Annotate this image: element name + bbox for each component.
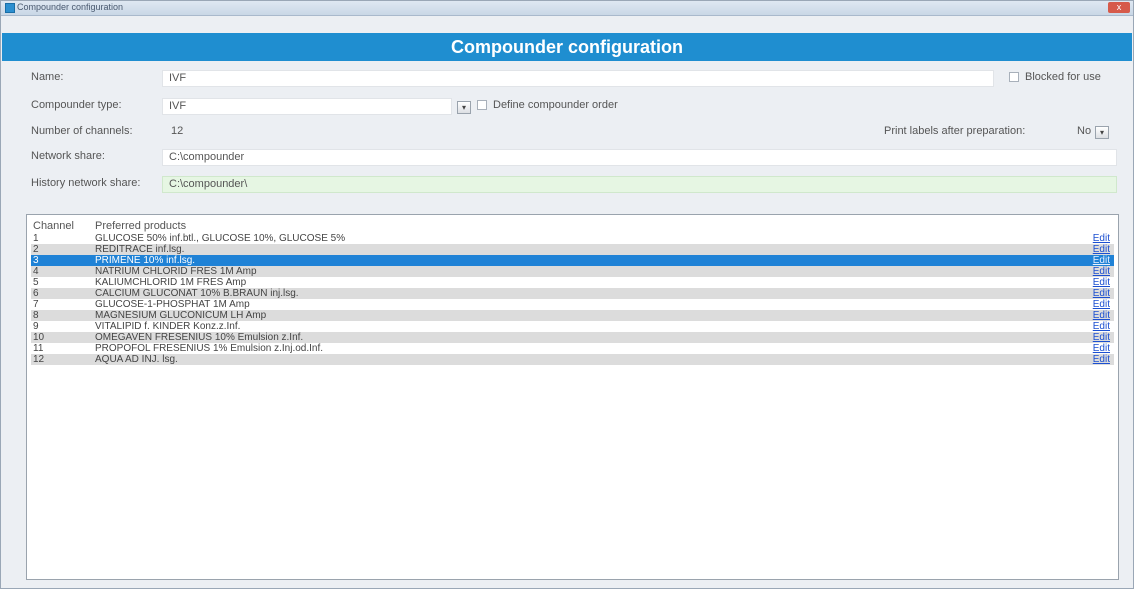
title-bar[interactable]: Compounder configuration x [1,1,1133,16]
name-label: Name: [31,71,64,83]
preferred-products-cell: VITALIPID f. KINDER Konz.z.Inf. [95,321,241,332]
channel-cell: 9 [33,321,39,332]
blocked-for-use-label: Blocked for use [1025,71,1101,83]
table-row[interactable]: 6 CALCIUM GLUCONAT 10% B.BRAUN inj.lsg. Ed… [31,288,1114,299]
print-labels-label: Print labels after preparation: [884,125,1026,137]
table-row[interactable]: 4 NATRIUM CHLORID FRES 1M Amp Edit [31,266,1114,277]
checkbox-icon [477,100,487,111]
channel-cell: 8 [33,310,39,321]
compounder-configuration-window: Compounder configuration x Compounder co… [0,0,1134,589]
table-row[interactable]: 5 KALIUMCHLORID 1M FRES Amp Edit [31,277,1114,288]
define-compounder-order-checkbox[interactable]: Define compounder order [477,99,618,111]
blocked-for-use-checkbox[interactable]: Blocked for use [1009,71,1101,83]
preferred-products-cell: MAGNESIUM GLUCONICUM LH Amp [95,310,267,321]
edit-link[interactable]: Edit [1093,321,1110,332]
compounder-type-row: Compounder type: IVF ▾ Define compounder… [19,96,1115,116]
preferred-products-cell: GLUCOSE 50% inf.btl., GLUCOSE 10%, GLUCO… [95,233,346,244]
preferred-products-cell: PRIMENE 10% inf.lsg. [95,255,196,266]
history-share-row: History network share: C:\compounder\ [19,174,1117,194]
table-row[interactable]: 3 PRIMENE 10% inf.lsg. Edit [31,255,1114,266]
table-row[interactable]: 2 REDITRACE inf.lsg. Edit [31,244,1114,255]
edit-link[interactable]: Edit [1093,233,1110,244]
channel-cell: 2 [33,244,39,255]
table-header: Channel Preferred products [31,220,1114,234]
channels-row: Number of channels: 12 Print labels afte… [19,122,1115,142]
table-row[interactable]: 10 OMEGAVEN FRESENIUS 10% Emulsion z.Inf.… [31,332,1114,343]
compounder-type-select[interactable]: IVF [162,98,452,115]
network-share-field[interactable]: C:\compounder [162,149,1117,166]
chevron-down-icon[interactable]: ▾ [457,101,471,114]
edit-link[interactable]: Edit [1093,288,1110,299]
preferred-products-cell: OMEGAVEN FRESENIUS 10% Emulsion z.Inf. [95,332,304,343]
table-row[interactable]: 8 MAGNESIUM GLUCONICUM LH Amp Edit [31,310,1114,321]
table-row[interactable]: 11 PROPOFOL FRESENIUS 1% Emulsion z.Inj.o… [31,343,1114,354]
edit-link[interactable]: Edit [1093,277,1110,288]
channel-cell: 7 [33,299,39,310]
checkbox-icon [1009,72,1019,83]
channel-cell: 5 [33,277,39,288]
table-body: 1 GLUCOSE 50% inf.btl., GLUCOSE 10%, GLUC… [31,233,1114,365]
name-row: Name: IVF Blocked for use [19,68,1115,88]
channel-cell: 10 [33,332,45,343]
channels-value: 12 [171,125,184,137]
preferred-products-cell: AQUA AD INJ. lsg. [95,354,178,365]
table-row[interactable]: 7 GLUCOSE-1-PHOSPHAT 1M Amp Edit [31,299,1114,310]
channel-cell: 11 [33,343,44,354]
preferred-products-cell: GLUCOSE-1-PHOSPHAT 1M Amp [95,299,250,310]
history-share-label: History network share: [31,177,141,189]
table-row[interactable]: 12 AQUA AD INJ. lsg. Edit [31,354,1114,365]
define-compounder-order-label: Define compounder order [493,99,618,111]
edit-link[interactable]: Edit [1093,354,1110,365]
edit-link[interactable]: Edit [1093,332,1110,343]
print-labels-value[interactable]: No [1077,125,1091,137]
channels-label: Number of channels: [31,125,133,137]
channel-cell: 12 [33,354,45,365]
preferred-products-cell: CALCIUM GLUCONAT 10% B.BRAUN inj.lsg. [95,288,299,299]
channel-cell: 4 [33,266,39,277]
preferred-products-cell: KALIUMCHLORID 1M FRES Amp [95,277,247,288]
preferred-products-cell: PROPOFOL FRESENIUS 1% Emulsion z.Inj.od.… [95,343,324,354]
edit-link[interactable]: Edit [1093,255,1110,266]
close-button[interactable]: x [1108,2,1130,13]
network-share-label: Network share: [31,150,105,162]
preferred-products-cell: NATRIUM CHLORID FRES 1M Amp [95,266,257,277]
column-header-products[interactable]: Preferred products [95,220,186,232]
window-title: Compounder configuration [17,2,124,12]
preferred-products-cell: REDITRACE inf.lsg. [95,244,185,255]
channel-cell: 1 [33,233,39,244]
network-share-row: Network share: C:\compounder [19,147,1117,167]
history-share-field[interactable]: C:\compounder\ [162,176,1117,193]
edit-link[interactable]: Edit [1093,299,1110,310]
channel-table: Channel Preferred products 1 GLUCOSE 50% … [26,214,1119,580]
edit-link[interactable]: Edit [1093,266,1110,277]
compounder-type-label: Compounder type: [31,99,122,111]
edit-link[interactable]: Edit [1093,310,1110,321]
table-row[interactable]: 1 GLUCOSE 50% inf.btl., GLUCOSE 10%, GLUC… [31,233,1114,244]
edit-link[interactable]: Edit [1093,244,1110,255]
channel-cell: 6 [33,288,39,299]
table-row[interactable]: 9 VITALIPID f. KINDER Konz.z.Inf. Edit [31,321,1114,332]
app-icon [5,3,15,13]
channel-cell: 3 [33,255,39,266]
name-field[interactable]: IVF [162,70,994,87]
column-header-channel[interactable]: Channel [33,220,74,232]
page-title: Compounder configuration [2,33,1132,61]
chevron-down-icon[interactable]: ▾ [1095,126,1109,139]
edit-link[interactable]: Edit [1093,343,1110,354]
